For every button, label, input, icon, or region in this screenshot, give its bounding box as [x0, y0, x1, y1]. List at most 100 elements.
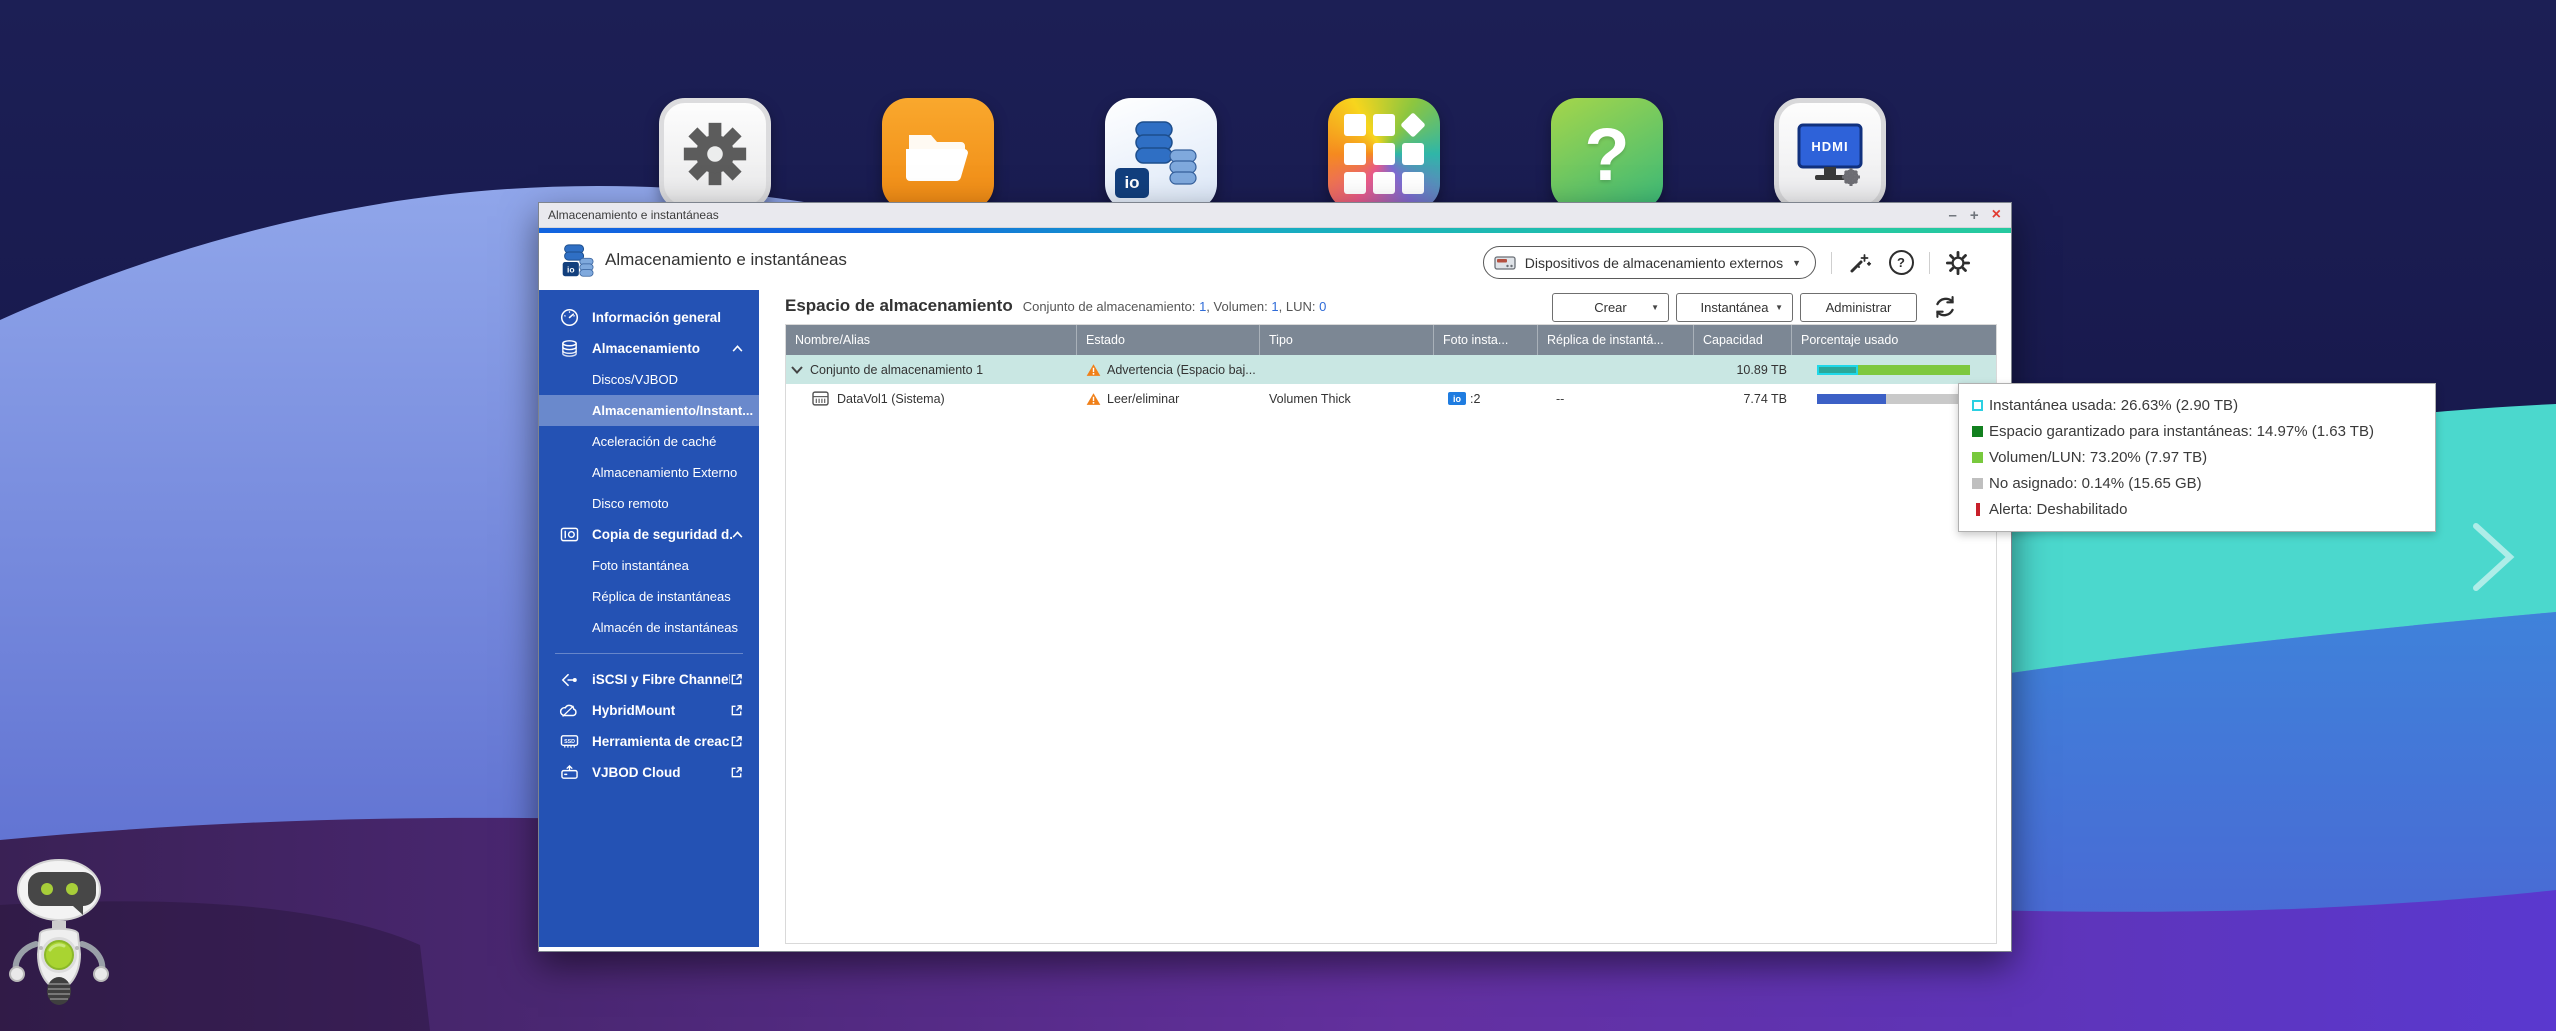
legend-item-alert: Alerta: Deshabilitado [1972, 496, 2423, 522]
volume-status: Leer/eliminar [1107, 392, 1179, 406]
next-page-chevron-icon[interactable] [2468, 518, 2520, 596]
control-panel-icon[interactable] [659, 98, 771, 210]
hdmi-label: HDMI [1811, 139, 1848, 154]
external-link-icon [730, 704, 743, 717]
table-row-datavol1[interactable]: DataVol1 (Sistema) Leer/eliminar Volumen… [786, 384, 1996, 413]
monitor-icon: HDMI [1791, 119, 1869, 189]
pool-name: Conjunto de almacenamiento 1 [810, 363, 983, 377]
volume-lun-swatch [1972, 452, 1983, 463]
maximize-button[interactable]: + [1970, 208, 1979, 223]
volume-name: DataVol1 (Sistema) [837, 392, 945, 406]
file-station-icon[interactable] [882, 98, 994, 210]
window-title: Almacenamiento e instantáneas [548, 208, 719, 222]
page-title: Espacio de almacenamiento [785, 296, 1013, 316]
replica-value: -- [1556, 392, 1564, 406]
gear-icon [1945, 250, 1971, 276]
sidebar-item-informacion-general[interactable]: Información general [539, 302, 759, 333]
refresh-button[interactable] [1931, 293, 1959, 321]
snapshot-used-swatch [1972, 400, 1983, 411]
legend-item-snapshot-used: Instantánea usada: 26.63% (2.90 TB) [1972, 392, 2423, 418]
usage-legend-tooltip: Instantánea usada: 26.63% (2.90 TB) Espa… [1958, 383, 2436, 532]
help-button[interactable]: ? [1888, 250, 1914, 276]
storage-snapshots-icon[interactable]: io [1105, 98, 1217, 210]
manage-button[interactable]: Administrar [1800, 293, 1917, 322]
refresh-icon [1931, 293, 1959, 321]
legend-item-volume-lun: Volumen/LUN: 73.20% (7.97 TB) [1972, 444, 2423, 470]
database-icon [559, 339, 579, 359]
sidebar-group-copia-seguridad[interactable]: Copia de seguridad d... [539, 519, 759, 550]
column-nombre-alias[interactable]: Nombre/Alias [786, 325, 1077, 355]
volume-usage-bar[interactable] [1817, 394, 1970, 404]
app-grid-icon [1344, 114, 1424, 194]
external-drive-icon [1494, 255, 1516, 271]
external-link-icon [730, 673, 743, 686]
snapshot-count: :2 [1470, 392, 1480, 406]
device-selector-dropdown[interactable]: Dispositivos de almacenamiento externos … [1483, 246, 1816, 279]
settings-button[interactable] [1945, 250, 1971, 276]
sidebar-nav: Información general Almacenamiento Disco… [539, 290, 759, 947]
sidebar-item-almacenamiento-externo[interactable]: Almacenamiento Externo [539, 457, 759, 488]
column-replica-instantanea[interactable]: Réplica de instantá... [1538, 325, 1694, 355]
qbot-mascot[interactable] [6, 852, 118, 1014]
sidebar-item-aceleracion-cache[interactable]: Aceleración de caché [539, 426, 759, 457]
window-titlebar[interactable]: Almacenamiento e instantáneas – + × [539, 203, 2011, 228]
chevron-down-icon[interactable] [791, 366, 803, 374]
sidebar-group-almacenamiento[interactable]: Almacenamiento [539, 333, 759, 364]
volume-type: Volumen Thick [1269, 392, 1351, 406]
advisor-wand-button[interactable] [1847, 250, 1873, 276]
device-selector-label: Dispositivos de almacenamiento externos [1525, 255, 1783, 271]
column-porcentaje-usado[interactable]: Porcentaje usado [1792, 325, 1996, 355]
sidebar-item-discos-vjbod[interactable]: Discos/VJBOD [539, 364, 759, 395]
snapshot-used-segment [1817, 365, 1858, 375]
sidebar-item-almacenamiento-instantaneas[interactable]: Almacenamiento/Instant... [539, 395, 759, 426]
pool-capacity: 10.89 TB [1736, 363, 1787, 377]
pool-usage-bar[interactable] [1817, 365, 1970, 375]
column-estado[interactable]: Estado [1077, 325, 1260, 355]
sidebar-item-replica-instantaneas[interactable]: Réplica de instantáneas [539, 581, 759, 612]
warning-icon [1086, 363, 1101, 377]
sidebar-item-hybridmount[interactable]: HybridMount [539, 695, 759, 726]
create-button[interactable]: Crear ▼ [1552, 293, 1669, 322]
hdmi-display-icon[interactable]: HDMI [1774, 98, 1886, 210]
sidebar-item-disco-remoto[interactable]: Disco remoto [539, 488, 759, 519]
drive-cloud-icon [559, 763, 579, 783]
iscsi-icon [559, 670, 579, 690]
sidebar-item-vjbod-cloud[interactable]: VJBOD Cloud [539, 757, 759, 788]
sidebar-item-foto-instantanea[interactable]: Foto instantánea [539, 550, 759, 581]
magic-wand-icon [1848, 251, 1872, 275]
column-capacidad[interactable]: Capacidad [1694, 325, 1792, 355]
volume-capacity: 7.74 TB [1743, 392, 1787, 406]
table-header: Nombre/Alias Estado Tipo Foto insta... R… [786, 325, 1996, 355]
app-logo-io-badge: io [567, 264, 575, 274]
snapshot-button[interactable]: Instantánea ▼ [1676, 293, 1793, 322]
header-separator [1929, 252, 1930, 274]
chevron-up-icon [732, 345, 743, 352]
storage-table-panel: Nombre/Alias Estado Tipo Foto insta... R… [785, 324, 1997, 944]
help-desktop-icon[interactable]: ? [1551, 98, 1663, 210]
sidebar-item-iscsi-fibre-channel[interactable]: iSCSI y Fibre Channel [539, 664, 759, 695]
close-button[interactable]: × [1992, 207, 2001, 223]
pool-status: Advertencia (Espacio baj... [1107, 363, 1256, 377]
legend-item-guaranteed-space: Espacio garantizado para instantáneas: 1… [1972, 418, 2423, 444]
app-center-icon[interactable] [1328, 98, 1440, 210]
column-foto-instantanea[interactable]: Foto insta... [1434, 325, 1538, 355]
storage-summary: Conjunto de almacenamiento: 1, Volumen: … [1023, 299, 1327, 314]
volume-icon [812, 391, 829, 406]
table-row-storage-pool[interactable]: Conjunto de almacenamiento 1 Advertencia… [786, 355, 1996, 384]
minimize-button[interactable]: – [1949, 208, 1957, 223]
help-icon: ? [1889, 250, 1914, 275]
gauge-icon [559, 308, 579, 328]
desktop-icon-dock: io ? HDMI [659, 98, 1886, 210]
column-tipo[interactable]: Tipo [1260, 325, 1434, 355]
used-segment [1817, 394, 1886, 404]
snapshot-icon [559, 525, 579, 545]
chevron-up-icon [732, 531, 743, 538]
sidebar-item-almacen-instantaneas[interactable]: Almacén de instantáneas [539, 612, 759, 643]
svg-text:SSD: SSD [564, 739, 575, 745]
sidebar-item-herramienta-creacion[interactable]: SSD Herramienta de creac... [539, 726, 759, 757]
volume-segment [1858, 365, 1970, 375]
app-header: io Almacenamiento e instantáneas Disposi… [539, 233, 2011, 291]
sidebar-divider [555, 653, 743, 654]
storage-snapshots-window: Almacenamiento e instantáneas – + × io A… [538, 202, 2012, 952]
folder-icon [903, 125, 973, 183]
